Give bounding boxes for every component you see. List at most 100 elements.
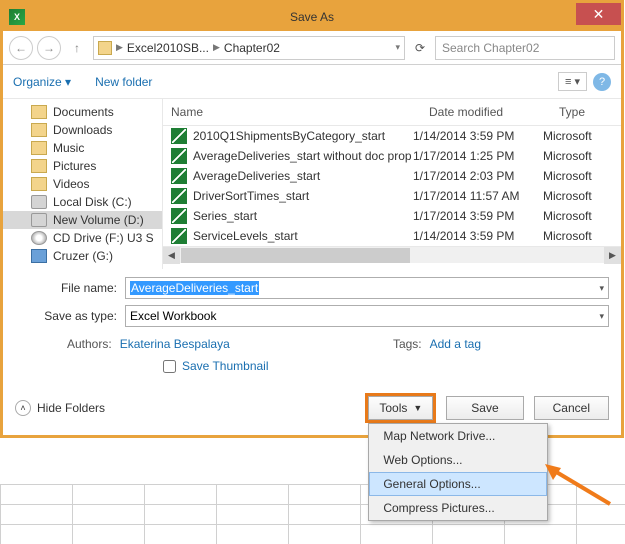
excel-file-icon <box>171 208 187 224</box>
tree-item[interactable]: New Volume (D:) <box>3 211 162 229</box>
tools-highlight: Tools ▼ Map Network Drive... Web Options… <box>365 393 436 423</box>
help-button[interactable]: ? <box>593 73 611 91</box>
chevron-right-icon: ▶ <box>213 42 220 53</box>
column-date[interactable]: Date modified <box>421 99 551 125</box>
file-date: 1/17/2014 3:59 PM <box>413 209 543 223</box>
view-options-button[interactable]: ≡ ▾ <box>558 72 587 91</box>
save-thumbnail-label[interactable]: Save Thumbnail <box>182 359 269 373</box>
tree-item[interactable]: Local Disk (C:) <box>3 193 162 211</box>
folder-tree[interactable]: Documents Downloads Music PicturesVideos Loc… <box>3 99 163 269</box>
folder-icon <box>31 123 47 137</box>
disk-icon <box>31 213 47 227</box>
saveastype-value: Excel Workbook <box>130 309 216 323</box>
tree-item-label: CD Drive (F:) U3 S <box>53 231 154 245</box>
tree-item[interactable]: CD Drive (F:) U3 S <box>3 229 162 247</box>
tree-item[interactable]: Downloads <box>3 121 162 139</box>
organize-menu[interactable]: Organize ▾ <box>13 75 71 89</box>
chevron-right-icon: ▶ <box>116 42 123 53</box>
scroll-left-button[interactable]: ◀ <box>163 247 180 264</box>
chevron-down-icon[interactable]: ▾ <box>599 283 604 294</box>
column-name[interactable]: Name <box>163 99 421 125</box>
tags-label: Tags: <box>393 337 422 351</box>
file-type: Microsoft <box>543 149 613 163</box>
folder-icon <box>31 141 47 155</box>
file-row[interactable]: ServiceLevels_start1/14/2014 3:59 PMMicr… <box>163 226 621 246</box>
tree-item-label: Music <box>53 141 84 155</box>
form-area: File name: AverageDeliveries_start ▾ Sav… <box>3 269 621 383</box>
file-row[interactable]: 2010Q1ShipmentsByCategory_start1/14/2014… <box>163 126 621 146</box>
tree-item[interactable]: Music <box>3 139 162 157</box>
tools-button[interactable]: Tools ▼ <box>368 396 433 420</box>
excel-file-icon <box>171 148 187 164</box>
nav-bar: ← → ↑ ▶ Excel2010SB... ▶ Chapter02 ▾ ⟳ S… <box>3 31 621 65</box>
file-date: 1/14/2014 3:59 PM <box>413 229 543 243</box>
menu-map-network-drive[interactable]: Map Network Drive... <box>369 424 547 448</box>
new-folder-button[interactable]: New folder <box>95 75 152 89</box>
nav-up-button[interactable]: ↑ <box>65 36 89 60</box>
nav-back-button[interactable]: ← <box>9 36 33 60</box>
file-row[interactable]: Series_start1/17/2014 3:59 PMMicrosoft <box>163 206 621 226</box>
scroll-thumb[interactable] <box>181 248 410 263</box>
refresh-button[interactable]: ⟳ <box>409 37 431 59</box>
file-date: 1/17/2014 1:25 PM <box>413 149 543 163</box>
filename-field[interactable]: AverageDeliveries_start ▾ <box>125 277 609 299</box>
file-list-pane: Name Date modified Type 2010Q1ShipmentsB… <box>163 99 621 269</box>
file-row[interactable]: AverageDeliveries_start1/17/2014 2:03 PM… <box>163 166 621 186</box>
breadcrumb-seg[interactable]: Excel2010SB... <box>127 41 209 55</box>
body-split: Documents Downloads Music PicturesVideos Loc… <box>3 99 621 269</box>
breadcrumb-seg[interactable]: Chapter02 <box>224 41 280 55</box>
scroll-right-button[interactable]: ▶ <box>604 247 621 264</box>
window-title: Save As <box>290 10 334 24</box>
chevron-down-icon[interactable]: ▾ <box>599 311 604 322</box>
folder-icon <box>31 159 47 173</box>
saveastype-field[interactable]: Excel Workbook ▾ <box>125 305 609 327</box>
titlebar: X Save As ✕ <box>3 3 621 31</box>
tree-item[interactable]: Pictures <box>3 157 162 175</box>
file-name: 2010Q1ShipmentsByCategory_start <box>193 129 413 143</box>
save-thumbnail-checkbox[interactable] <box>163 360 176 373</box>
tree-item-label: Downloads <box>53 123 112 137</box>
tree-item-label: Local Disk (C:) <box>53 195 132 209</box>
tools-menu: Map Network Drive... Web Options... Gene… <box>368 423 548 521</box>
search-input[interactable]: Search Chapter02 <box>435 36 615 60</box>
file-row[interactable]: DriverSortTimes_start1/17/2014 11:57 AMM… <box>163 186 621 206</box>
search-placeholder: Search Chapter02 <box>442 41 539 55</box>
menu-web-options[interactable]: Web Options... <box>369 448 547 472</box>
file-row[interactable]: AverageDeliveries_start without doc prop… <box>163 146 621 166</box>
file-list[interactable]: 2010Q1ShipmentsByCategory_start1/14/2014… <box>163 126 621 246</box>
tree-item[interactable]: Cruzer (G:) <box>3 247 162 265</box>
nav-forward-button[interactable]: → <box>37 36 61 60</box>
hide-folders-button[interactable]: ˄ Hide Folders <box>15 400 105 416</box>
tree-item[interactable]: Videos <box>3 175 162 193</box>
save-button[interactable]: Save <box>446 396 523 420</box>
file-list-header[interactable]: Name Date modified Type <box>163 99 621 126</box>
usb-icon <box>31 249 47 263</box>
menu-compress-pictures[interactable]: Compress Pictures... <box>369 496 547 520</box>
folder-icon <box>98 41 112 55</box>
file-name: ServiceLevels_start <box>193 229 413 243</box>
column-type[interactable]: Type <box>551 99 621 125</box>
footer: ˄ Hide Folders Tools ▼ Map Network Drive… <box>3 383 621 435</box>
close-button[interactable]: ✕ <box>576 3 621 25</box>
chevron-down-icon: ▼ <box>413 403 422 413</box>
authors-value[interactable]: Ekaterina Bespalaya <box>120 337 230 351</box>
cancel-button[interactable]: Cancel <box>534 396 609 420</box>
file-name: AverageDeliveries_start <box>193 169 413 183</box>
tree-item[interactable]: Documents <box>3 103 162 121</box>
filename-label: File name: <box>15 281 125 295</box>
folder-icon <box>31 177 47 191</box>
file-type: Microsoft <box>543 129 613 143</box>
file-date: 1/14/2014 3:59 PM <box>413 129 543 143</box>
file-name: DriverSortTimes_start <box>193 189 413 203</box>
horizontal-scrollbar[interactable]: ◀ ▶ <box>163 246 621 263</box>
saveastype-label: Save as type: <box>15 309 125 323</box>
folder-icon <box>31 105 47 119</box>
address-bar[interactable]: ▶ Excel2010SB... ▶ Chapter02 ▾ <box>93 36 405 60</box>
excel-icon: X <box>9 9 25 25</box>
file-type: Microsoft <box>543 209 613 223</box>
menu-general-options[interactable]: General Options... <box>369 472 547 496</box>
chevron-down-icon[interactable]: ▾ <box>395 42 400 53</box>
chevron-up-icon: ˄ <box>15 400 31 416</box>
annotation-arrow <box>545 464 615 509</box>
tags-value[interactable]: Add a tag <box>430 337 481 351</box>
